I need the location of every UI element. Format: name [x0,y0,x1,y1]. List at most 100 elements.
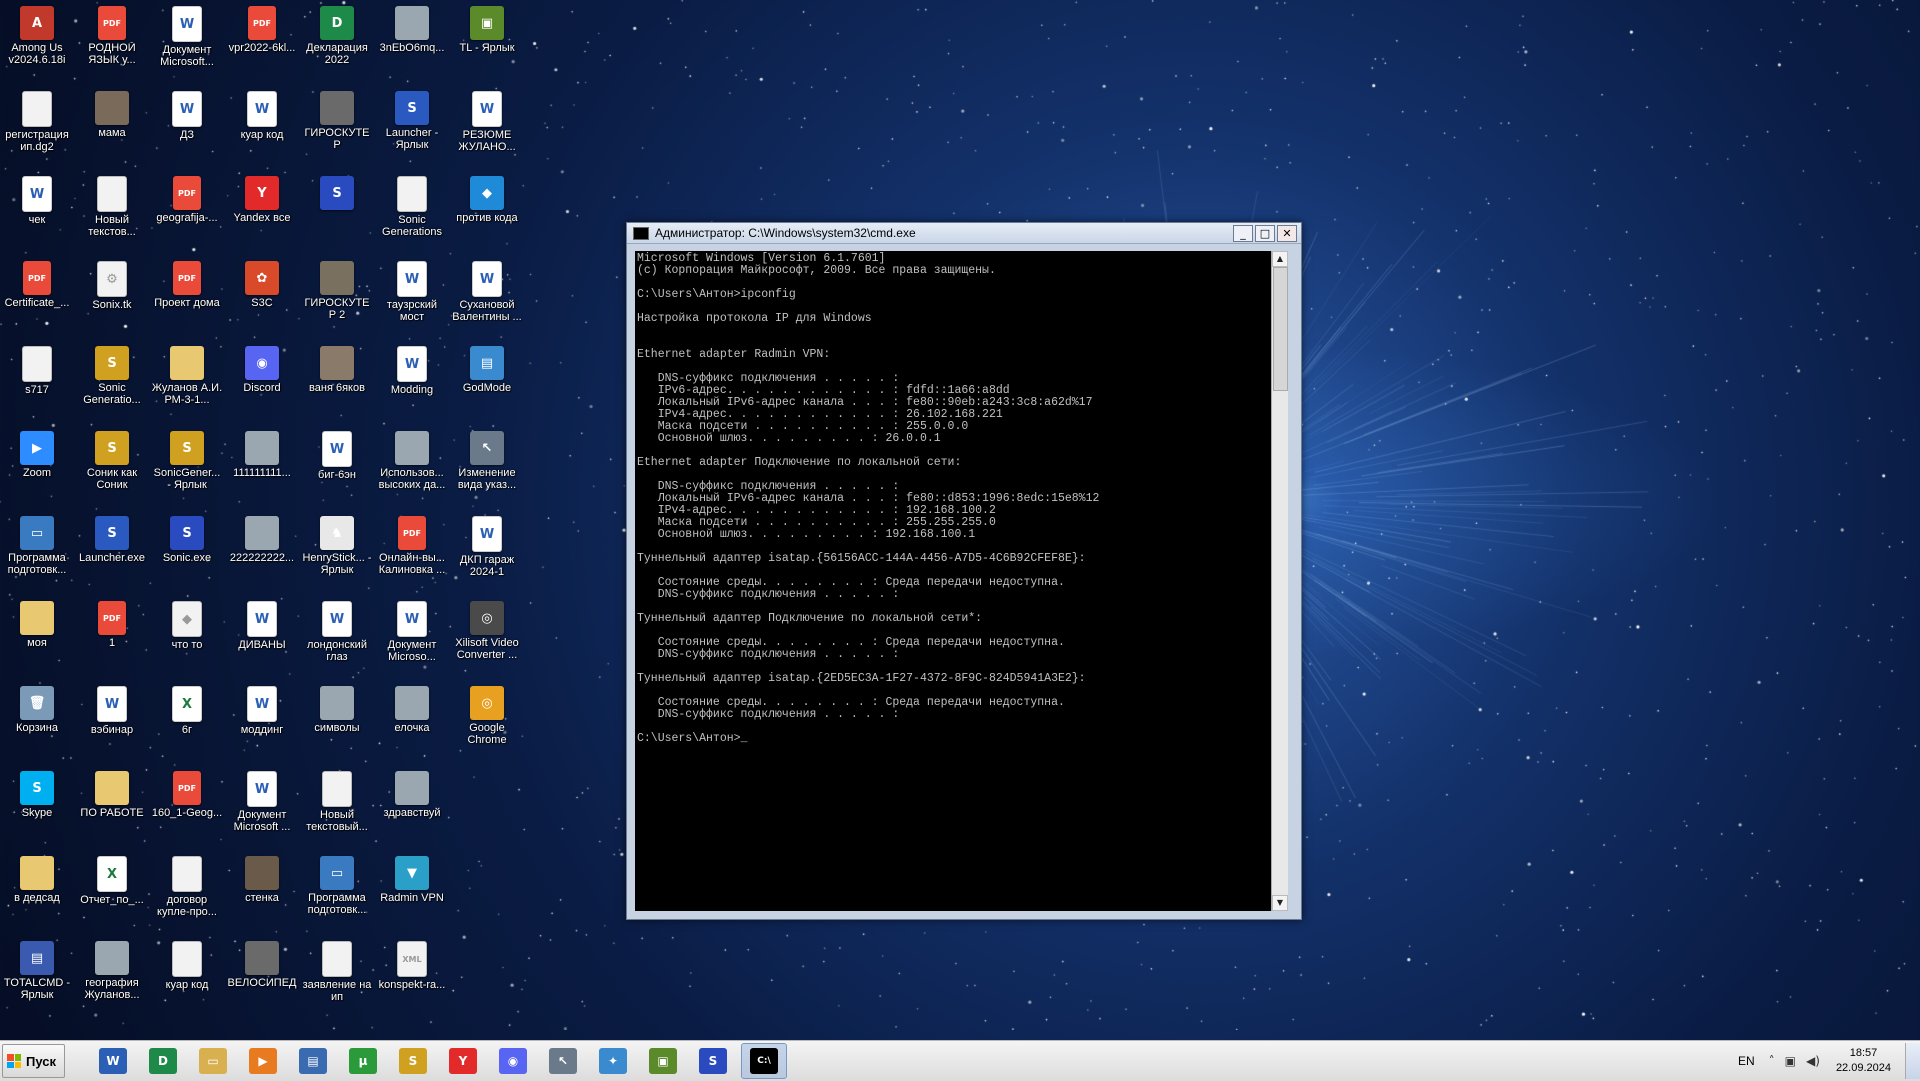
desktop-icon[interactable]: ◉ Discord [225,342,299,394]
desktop-icon[interactable]: ◎ Google Chrome [450,682,524,746]
desktop-icon[interactable]: S Соник как Соник [75,427,149,491]
clock[interactable]: 18:57 22.09.2024 [1836,1046,1891,1076]
taskbar-app-button[interactable]: D [141,1044,185,1078]
network-tray-icon[interactable]: ▣ [1785,1054,1796,1068]
desktop-icon[interactable]: W Документ Microsoft... [150,2,224,68]
desktop-icon[interactable]: ПО РАБОТЕ [75,767,149,819]
desktop-icon[interactable]: S [300,172,374,212]
desktop-icon[interactable]: ⚙ Sonix.tk [75,257,149,311]
taskbar-app-button[interactable]: C:\ [741,1043,787,1079]
taskbar-app-button[interactable]: ↖ [541,1044,585,1078]
desktop-icon[interactable]: ◆ против кода [450,172,524,224]
cmd-window[interactable]: Администратор: C:\Windows\system32\cmd.e… [626,222,1302,920]
desktop-icon[interactable]: Wлондонский глаз [300,597,374,663]
desktop-icon[interactable]: 111111111... [225,427,299,479]
language-indicator[interactable]: EN [1738,1054,1755,1068]
taskbar-app-button[interactable]: ✦ [591,1044,635,1078]
desktop-icon[interactable]: PDF 1 [75,597,149,649]
desktop-icon[interactable]: ▼ Radmin VPN [375,852,449,904]
desktop-icon[interactable]: регистрация ип.dg2 [0,87,74,153]
volume-tray-icon[interactable]: ◀) [1806,1054,1820,1068]
desktop-icon[interactable]: мама [75,87,149,139]
desktop-icon[interactable]: елочка [375,682,449,734]
desktop-icon[interactable]: ▶ Zoom [0,427,74,479]
taskbar-app-button[interactable]: µ [341,1044,385,1078]
desktop-icon[interactable]: символы [300,682,374,734]
minimize-button[interactable]: _ [1233,224,1253,242]
desktop-icon[interactable]: X Отчет_по_... [75,852,149,906]
desktop-icon[interactable]: география Жуланов... [75,937,149,1001]
desktop-icon[interactable]: 3nEbO6mq... [375,2,449,54]
taskbar-app-button[interactable]: ▶ [241,1044,285,1078]
desktop-icon[interactable]: моя [0,597,74,649]
taskbar-app-button[interactable]: W [91,1044,135,1078]
desktop-icon[interactable]: PDF vpr2022-6kl... [225,2,299,54]
desktop-icon[interactable]: ♞ HenryStick... - Ярлык [300,512,374,576]
scroll-up-arrow-icon[interactable]: ▲ [1272,251,1288,267]
desktop-icon[interactable]: договор купле-про... [150,852,224,918]
console-scrollbar[interactable]: ▲ ▼ [1271,251,1288,911]
taskbar-app-button[interactable]: Y [441,1044,485,1078]
desktop-icon[interactable]: W Сухановой Валентины ... [450,257,524,323]
desktop-icon[interactable]: ✿ S3C [225,257,299,309]
desktop-icon[interactable]: S Launcher.exe [75,512,149,564]
desktop-icon[interactable]: 🗑 Корзина [0,682,74,734]
desktop-icon[interactable]: W Документ Microso... [375,597,449,663]
desktop-icon[interactable]: S SonicGener... - Ярлык [150,427,224,491]
desktop-icon[interactable]: 222222222... [225,512,299,564]
desktop-icon[interactable]: X 6г [150,682,224,736]
desktop-icon[interactable]: Sonic Generations [375,172,449,238]
desktop-icon[interactable]: ▤ GodMode [450,342,524,394]
taskbar-app-button[interactable]: ▣ [641,1044,685,1078]
desktop-icon[interactable]: ◎ Xilisoft Video Converter ... [450,597,524,661]
desktop-icon[interactable]: A Among Us v2024.6.18i [0,2,74,66]
desktop-icon[interactable]: здравствуй [375,767,449,819]
desktop-icon[interactable]: PDF Проект дома [150,257,224,309]
desktop-icon[interactable]: W ДКП гараж 2024-1 [450,512,524,578]
desktop-icon[interactable]: заявление на ип [300,937,374,1003]
desktop-icon[interactable]: W ДЗ [150,87,224,141]
desktop-icon[interactable]: S Sonic.exe [150,512,224,564]
desktop-icon[interactable]: в дедсад [0,852,74,904]
desktop-icon[interactable]: Wбиг-6эн [300,427,374,481]
desktop-icon[interactable]: XML konspekt-ra... [375,937,449,991]
desktop-icon[interactable]: Жуланов А.И. РМ-3-1... [150,342,224,406]
scroll-thumb[interactable] [1273,267,1288,391]
desktop-icon[interactable]: куар код [150,937,224,991]
desktop-icon[interactable]: ВЕЛОСИПЕД [225,937,299,989]
desktop-icon[interactable]: S Sonic Generatio... [75,342,149,406]
desktop-icon[interactable]: ГИРОСКУТЕР 2 [300,257,374,321]
desktop-icon[interactable]: S Skype [0,767,74,819]
desktop-icon[interactable]: Wтаузрский мост [375,257,449,323]
desktop-icon[interactable]: ▣ TL - Ярлык [450,2,524,54]
desktop-icon[interactable]: W Документ Microsoft ... [225,767,299,833]
desktop-icon[interactable]: W РЕЗЮМЕ ЖУЛАНО... [450,87,524,153]
desktop-icon[interactable]: Новый текстовый... [300,767,374,833]
desktop-icon[interactable]: ▭ Программа подготовк... [0,512,74,576]
desktop-icon[interactable]: ваня 6яков [300,342,374,394]
maximize-button[interactable]: □ [1255,224,1275,242]
console-area[interactable]: Microsoft Windows [Version 6.1.7601] (c) … [635,251,1271,911]
taskbar-app-button[interactable]: S [391,1044,435,1078]
desktop-icon[interactable]: S Launcher - Ярлык [375,87,449,151]
desktop-icon[interactable]: Wкуар код [225,87,299,141]
desktop-icon[interactable]: ▭ Программа подготовк... [300,852,374,916]
taskbar-app-button[interactable]: ▭ [191,1044,235,1078]
desktop-icon[interactable]: стенка [225,852,299,904]
start-button[interactable]: Пуск [2,1044,65,1078]
scroll-down-arrow-icon[interactable]: ▼ [1272,895,1288,911]
desktop-icon[interactable]: Y Yandex все [225,172,299,224]
desktop-icon[interactable]: ↖ Изменение вида указ... [450,427,524,491]
console-output[interactable]: Microsoft Windows [Version 6.1.7601] (c) … [635,251,1269,911]
desktop-icon[interactable]: ГИРОСКУТЕР [300,87,374,151]
show-desktop-button[interactable] [1905,1043,1920,1079]
desktop-icon[interactable]: ▤ TOTALCMD - Ярлык [0,937,74,1001]
taskbar-app-button[interactable]: ◉ [491,1044,535,1078]
cmd-titlebar[interactable]: Администратор: C:\Windows\system32\cmd.e… [627,223,1301,244]
desktop-icon[interactable]: PDF geografija-... [150,172,224,224]
taskbar-app-button[interactable]: S [691,1044,735,1078]
close-button[interactable]: ✕ [1277,224,1297,242]
desktop-icon[interactable]: PDF Онлайн-вы... Калиновка ... [375,512,449,576]
desktop-icon[interactable]: Wчек [0,172,74,226]
desktop-icon[interactable]: PDF РОДНОЙ ЯЗЫК у... [75,2,149,66]
